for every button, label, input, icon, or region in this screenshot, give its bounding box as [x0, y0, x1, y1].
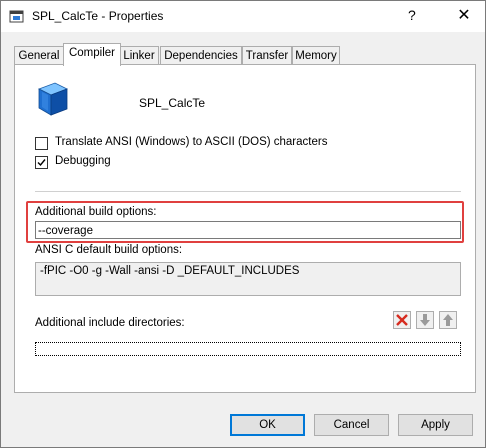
- include-directories-label: Additional include directories:: [35, 317, 185, 329]
- window-title: SPL_CalcTe - Properties: [32, 9, 164, 23]
- move-up-icon[interactable]: [439, 311, 457, 329]
- help-button[interactable]: ?: [408, 7, 416, 23]
- properties-dialog: SPL_CalcTe - Properties ? ✕ General Comp…: [0, 0, 486, 448]
- highlight-annotation: [26, 201, 464, 243]
- ok-button[interactable]: OK: [230, 414, 305, 436]
- tab-dependencies[interactable]: Dependencies: [160, 46, 242, 65]
- tab-linker[interactable]: Linker: [119, 46, 159, 65]
- checkmark-icon: [37, 159, 46, 167]
- cancel-button[interactable]: Cancel: [314, 414, 389, 436]
- application-icon: [9, 9, 25, 25]
- default-build-options-label: ANSI C default build options:: [35, 244, 183, 256]
- close-button[interactable]: ✕: [448, 2, 480, 30]
- move-down-icon[interactable]: [416, 311, 434, 329]
- tab-transfer[interactable]: Transfer: [242, 46, 292, 65]
- tab-general[interactable]: General: [14, 46, 64, 65]
- delete-icon[interactable]: [393, 311, 411, 329]
- tab-memory[interactable]: Memory: [292, 46, 340, 65]
- translate-ansi-checkbox[interactable]: [35, 137, 48, 150]
- title-bar: SPL_CalcTe - Properties ? ✕: [1, 1, 485, 32]
- cube-icon: [35, 81, 69, 117]
- include-directory-entry[interactable]: [35, 342, 461, 356]
- default-build-options-field: -fPIC -O0 -g -Wall -ansi -D _DEFAULT_INC…: [35, 262, 461, 296]
- section-divider: [35, 191, 461, 192]
- debugging-checkbox[interactable]: [35, 156, 48, 169]
- debugging-label: Debugging: [55, 155, 111, 167]
- default-build-options-value: -fPIC -O0 -g -Wall -ansi -D _DEFAULT_INC…: [40, 265, 300, 277]
- apply-button[interactable]: Apply: [398, 414, 473, 436]
- tab-compiler[interactable]: Compiler: [63, 43, 121, 66]
- project-name: SPL_CalcTe: [139, 96, 206, 110]
- translate-ansi-label: Translate ANSI (Windows) to ASCII (DOS) …: [55, 136, 328, 148]
